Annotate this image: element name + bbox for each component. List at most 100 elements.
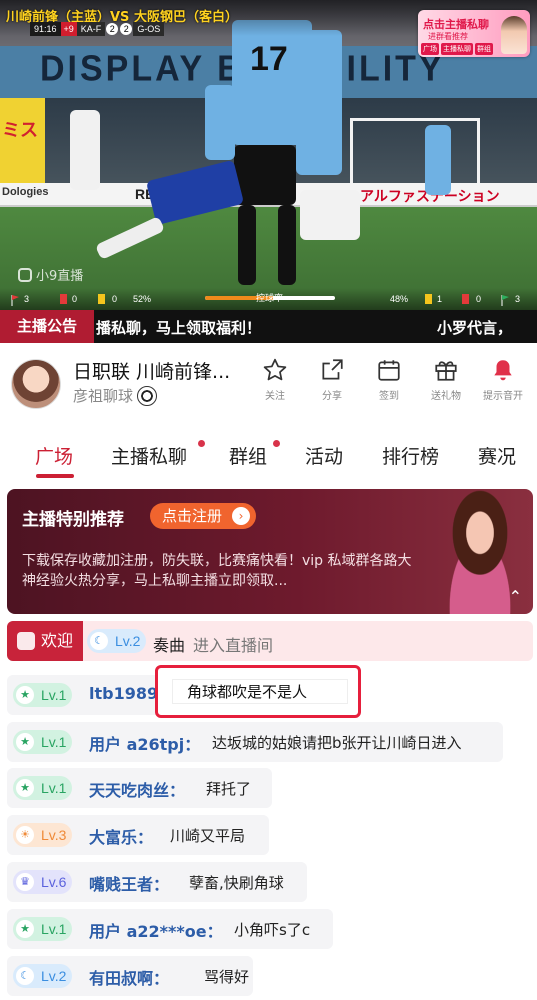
calendar-icon xyxy=(378,360,400,381)
chat-username[interactable]: ltb1989 xyxy=(89,684,158,703)
promo-avatar xyxy=(501,16,527,54)
chat-message: ★ Lv.1 用户 a22***oe： 小角吓s了c xyxy=(7,909,333,949)
level-text: Lv.6 xyxy=(41,874,67,890)
chat-username[interactable]: 大富乐： xyxy=(89,824,153,848)
away-corners: 3 xyxy=(515,294,521,304)
follow-button[interactable]: 关注 xyxy=(247,357,303,402)
star-badge-icon: ★ xyxy=(16,686,34,704)
register-button[interactable]: 点击注册 › xyxy=(150,503,257,529)
home-corners: 3 xyxy=(24,294,30,304)
scoreboard: 91:16 +9 KA-F 2 2 G-OS xyxy=(30,22,165,36)
promo-chip: 群组 xyxy=(475,43,493,55)
welcome-action: 进入直播间 xyxy=(193,636,274,655)
yellow-card-icon xyxy=(98,294,105,304)
content-tabs: 广场 主播私聊 群组 活动 排行榜 赛况 xyxy=(0,432,537,482)
level-badge: ☾ Lv.2 xyxy=(13,964,73,988)
home-score: 2 xyxy=(106,23,119,35)
tab-match-status[interactable]: 赛况 xyxy=(478,442,516,469)
player-number: 17 xyxy=(250,40,288,78)
notification-dot xyxy=(273,440,280,447)
level-badge: ☾ Lv.2 xyxy=(87,629,147,653)
tab-groups[interactable]: 群组 xyxy=(229,442,267,469)
moon-icon: ☾ xyxy=(90,632,108,650)
chat-text: 川崎又平局 xyxy=(170,827,246,845)
chat-message: ★ Lv.1 用户 a26tpj： 达坂城的姑娘请把b张开让川崎日进入 xyxy=(7,722,503,762)
chat-text: 拜托了 xyxy=(206,780,252,798)
chat-message: ☾ Lv.2 有田叔啊： 骂得好 xyxy=(7,956,253,996)
player-figure xyxy=(300,190,360,240)
yellow-ad-board: ミス xyxy=(0,98,45,184)
streamer-info: 日职联 川崎前锋... 彦祖聊球 关注 分享 签到 送礼物 提示音开 xyxy=(0,343,537,423)
promo-title: 点击主播私聊 xyxy=(423,18,489,31)
player-figure xyxy=(234,145,296,205)
tab-square[interactable]: 广场 xyxy=(35,442,73,469)
moon-icon: ☾ xyxy=(16,967,34,985)
soccer-ball-icon xyxy=(137,385,158,406)
chevron-up-icon[interactable]: ⌃ xyxy=(509,587,522,606)
added-time: +9 xyxy=(60,22,77,36)
home-red: 0 xyxy=(72,294,78,304)
announcement-tag: 主播公告 xyxy=(0,310,94,343)
home-possession: 52% xyxy=(133,294,152,304)
ad-left: Dologies xyxy=(2,186,49,198)
streamer-avatar[interactable] xyxy=(11,359,61,409)
recommendation-card[interactable]: 主播特别推荐 点击注册 › 下载保存收藏加注册，防失联，比赛痛快看！vip 私域… xyxy=(7,489,533,614)
announcement-text: 播私聊，马上领取福利！ xyxy=(96,319,262,337)
active-tab-indicator xyxy=(36,474,74,478)
gift-label: 送礼物 xyxy=(431,391,461,402)
home-team-abbr: KA-F xyxy=(76,22,106,36)
away-score: 2 xyxy=(120,23,133,35)
follow-label: 关注 xyxy=(265,391,285,402)
chat-username[interactable]: 嘴贱王者： xyxy=(89,871,169,895)
star-icon xyxy=(263,358,287,381)
watermark: 小9直播 xyxy=(18,265,83,284)
host-name: 彦祖聊球 xyxy=(73,387,134,405)
chat-message: ☀ Lv.3 大富乐： 川崎又平局 xyxy=(7,815,269,855)
highlighted-message-popup: 角球都吹是不是人 xyxy=(155,665,361,718)
watermark-logo-icon xyxy=(18,267,32,282)
corner-flag-icon xyxy=(500,294,510,308)
welcome-user: 奏曲 xyxy=(153,636,186,655)
chat-text: 骂得好 xyxy=(204,968,250,986)
popup-text: 角球都吹是不是人 xyxy=(172,679,348,704)
notification-sound-button[interactable]: 提示音开 xyxy=(475,357,531,402)
chat-text: 孽畜,快刷角球 xyxy=(189,874,284,892)
tab-rankings[interactable]: 排行榜 xyxy=(382,442,439,469)
welcome-tag-label: 欢迎 xyxy=(41,631,74,650)
wave-hand-icon xyxy=(17,632,35,650)
player-figure xyxy=(70,110,100,190)
chat-username[interactable]: 有田叔啊： xyxy=(89,965,169,989)
checkin-label: 签到 xyxy=(379,391,399,402)
gift-button[interactable]: 送礼物 xyxy=(418,357,474,402)
video-player[interactable]: DISPLAY B L ABILITY ミス Dologies RENAULT … xyxy=(0,0,537,310)
promo-chips: 广场 主播私聊 群组 xyxy=(421,43,493,55)
possession-label: 控球率 xyxy=(256,294,284,304)
chat-message: ★ Lv.1 天天吃肉丝： 拜托了 xyxy=(7,768,272,808)
chat-message: ★ Lv.1 ltb1989 xyxy=(7,675,161,715)
level-text: Lv.1 xyxy=(41,921,67,937)
private-chat-promo[interactable]: 点击主播私聊 进群看推荐 广场 主播私聊 群组 xyxy=(418,10,530,57)
promo-chip: 主播私聊 xyxy=(441,43,473,55)
red-card-icon xyxy=(60,294,67,304)
away-red: 0 xyxy=(476,294,482,304)
chat-username[interactable]: 天天吃肉丝： xyxy=(89,777,185,801)
chat-username[interactable]: 用户 a22***oe： xyxy=(89,918,223,942)
notification-dot xyxy=(198,440,205,447)
checkin-button[interactable]: 签到 xyxy=(361,357,417,402)
level-badge: ♛ Lv.6 xyxy=(13,870,73,894)
tab-activities[interactable]: 活动 xyxy=(305,442,343,469)
star-badge-icon: ★ xyxy=(16,733,34,751)
away-yellow: 1 xyxy=(437,294,443,304)
sun-icon: ☀ xyxy=(16,826,34,844)
announcement-bar: 主播公告 播私聊，马上领取福利！ 小罗代言， xyxy=(0,310,537,343)
chat-username[interactable]: 用户 a26tpj： xyxy=(89,731,200,755)
register-label: 点击注册 xyxy=(162,507,223,525)
share-button[interactable]: 分享 xyxy=(304,357,360,402)
yellow-card-icon xyxy=(425,294,432,304)
away-team-abbr: G-OS xyxy=(133,22,165,36)
streamer-host: 彦祖聊球 xyxy=(73,385,158,406)
stream-title: 日职联 川崎前锋... xyxy=(73,361,231,383)
chevron-right-icon: › xyxy=(232,507,251,525)
red-card-icon xyxy=(462,294,469,304)
tab-private-chat[interactable]: 主播私聊 xyxy=(111,442,187,469)
